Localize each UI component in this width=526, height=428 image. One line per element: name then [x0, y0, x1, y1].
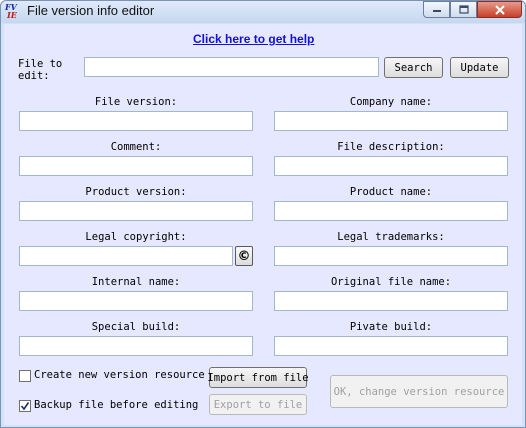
close-icon [494, 4, 505, 15]
import-from-file-button[interactable]: Import from file [207, 367, 309, 388]
maximize-icon [458, 5, 469, 14]
create-version-label: Create new version resource [34, 369, 205, 381]
file-description-label: File description: [337, 141, 445, 153]
product-name-input[interactable] [274, 201, 508, 221]
maximize-button[interactable] [450, 1, 477, 18]
comment-input[interactable] [19, 156, 253, 176]
original-file-name-label: Original file name: [330, 276, 452, 288]
private-build-label: Pivate build: [349, 321, 433, 333]
product-version-label: Product version: [85, 186, 187, 198]
internal-name-label: Internal name: [91, 276, 181, 288]
special-build-label: Special build: [91, 321, 181, 333]
file-to-edit-label: File to edit: [18, 58, 63, 80]
legal-trademarks-input[interactable] [274, 246, 508, 266]
close-button[interactable] [477, 1, 522, 18]
help-link[interactable]: Click here to get help [193, 32, 314, 46]
app-logo-icon: FV IE [5, 3, 21, 20]
company-name-label: Company name: [349, 96, 433, 108]
app-window: FV IE File version info editor Click her… [0, 0, 526, 428]
original-file-name-input[interactable] [274, 291, 508, 311]
window-title: File version info editor [27, 3, 155, 18]
backup-file-label: Backup file before editing [34, 399, 199, 411]
minimize-icon [432, 9, 441, 12]
file-description-input[interactable] [274, 156, 508, 176]
internal-name-input[interactable] [19, 291, 253, 311]
app-logo-text-2: IE [7, 10, 17, 20]
checkmark-icon [20, 402, 30, 411]
company-name-input[interactable] [274, 111, 508, 131]
dialog-body: Click here to get help File to edit: Sea… [4, 24, 522, 425]
product-name-label: Product name: [349, 186, 433, 198]
backup-file-checkbox[interactable] [19, 400, 31, 412]
special-build-input[interactable] [19, 336, 253, 356]
ok-change-version-button[interactable]: OK, change version resource [330, 375, 508, 408]
create-version-checkbox[interactable] [19, 370, 31, 382]
legal-trademarks-label: Legal trademarks: [337, 231, 445, 243]
file-version-label: File version: [94, 96, 178, 108]
export-to-file-button[interactable]: Export to file [209, 394, 307, 415]
legal-copyright-label: Legal copyright: [85, 231, 187, 243]
product-version-input[interactable] [19, 201, 253, 221]
minimize-button[interactable] [423, 1, 450, 18]
comment-label: Comment: [110, 141, 162, 153]
copyright-icon: © [237, 248, 251, 264]
legal-copyright-input[interactable] [19, 246, 233, 266]
update-button[interactable]: Update [450, 57, 509, 78]
file-path-input[interactable] [84, 57, 379, 77]
file-version-input[interactable] [19, 111, 253, 131]
insert-copyright-button[interactable]: © [235, 246, 253, 266]
private-build-input[interactable] [274, 336, 508, 356]
search-button[interactable]: Search [384, 57, 443, 78]
title-bar[interactable]: FV IE File version info editor [1, 1, 525, 23]
